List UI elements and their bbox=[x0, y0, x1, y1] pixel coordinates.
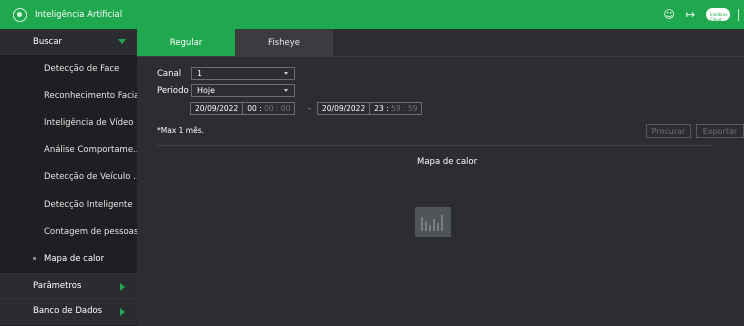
tab-bar: Regular Fisheye bbox=[137, 29, 333, 56]
menu-group-label: Parâmetros bbox=[33, 280, 82, 291]
end-hour: 23 : bbox=[374, 104, 389, 113]
cloud-label: Intelbras Cloud bbox=[710, 11, 728, 22]
main-panel: Regular Fisheye Canal 1 Periodo Hoje 20/… bbox=[137, 29, 744, 326]
canal-label: Canal bbox=[157, 69, 182, 79]
chevron-down-icon bbox=[118, 39, 126, 44]
sidebar-item-mapa-calor[interactable]: Mapa de calor bbox=[0, 245, 137, 272]
canal-select[interactable]: 1 bbox=[191, 67, 295, 80]
sidebar: Buscar Detecção de Face Reconhecimento F… bbox=[0, 29, 142, 326]
start-time[interactable]: 00 : 00 : 00 bbox=[243, 103, 294, 114]
top-icons: ☺ ↦ Intelbras Cloud bbox=[663, 0, 744, 29]
sidebar-item-contagem-pessoas[interactable]: Contagem de pessoas bbox=[0, 218, 138, 245]
menu-group-buscar[interactable]: Buscar bbox=[0, 29, 137, 55]
periodo-select[interactable]: Hoje bbox=[191, 84, 295, 97]
tab-divider bbox=[137, 56, 744, 57]
start-datetime[interactable]: 20/09/2022 00 : 00 : 00 bbox=[190, 102, 296, 115]
periodo-label: Periodo bbox=[157, 86, 189, 96]
canal-value: 1 bbox=[197, 69, 203, 78]
chevron-down-icon bbox=[284, 72, 288, 75]
end-min-sec: 59 : 59 bbox=[391, 104, 418, 113]
sidebar-item-deteccao-veiculo[interactable]: Detecção de Veículo ... bbox=[0, 164, 141, 191]
divider bbox=[157, 145, 712, 146]
tab-fisheye[interactable]: Fisheye bbox=[235, 29, 333, 56]
heatmap-title: Mapa de calor bbox=[417, 157, 478, 167]
sidebar-item-reconhecimento-facial[interactable]: Reconhecimento Facial bbox=[0, 82, 142, 109]
sidebar-item-deteccao-inteligente[interactable]: Detecção Inteligente bbox=[0, 191, 137, 218]
max-note: *Max 1 mês. bbox=[157, 126, 205, 135]
menu-group-label: Buscar bbox=[33, 36, 63, 47]
start-min-sec: 00 : 00 bbox=[264, 104, 291, 113]
logout-icon[interactable]: ↦ bbox=[686, 9, 695, 20]
end-date[interactable]: 20/09/2022 bbox=[318, 103, 371, 114]
bar-chart-icon bbox=[415, 207, 451, 237]
menu-group-label: Banco de Dados bbox=[33, 306, 103, 316]
range-dash: - bbox=[308, 104, 311, 113]
start-date[interactable]: 20/09/2022 bbox=[191, 103, 244, 114]
search-button[interactable]: Procurar bbox=[646, 124, 691, 138]
menu-group-parametros[interactable]: Parâmetros bbox=[0, 272, 137, 299]
divider bbox=[738, 8, 739, 21]
periodo-value: Hoje bbox=[197, 86, 216, 95]
sidebar-item-analise-comportamental[interactable]: Análise Comportame... bbox=[0, 137, 141, 164]
chevron-right-icon bbox=[120, 282, 125, 291]
sidebar-item-inteligencia-video[interactable]: Inteligência de Vídeo bbox=[0, 109, 137, 136]
app-title: Inteligência Artificial bbox=[35, 9, 123, 20]
cloud-icon[interactable]: Intelbras Cloud bbox=[706, 8, 730, 22]
chevron-right-icon bbox=[120, 307, 125, 316]
end-time[interactable]: 23 : 59 : 59 bbox=[370, 103, 421, 114]
export-button[interactable]: Exportar bbox=[696, 124, 744, 138]
tab-regular[interactable]: Regular bbox=[137, 29, 235, 56]
chevron-down-icon bbox=[284, 89, 288, 92]
menu-group-banco-dados[interactable]: Banco de Dados bbox=[0, 298, 137, 325]
sidebar-item-deteccao-face[interactable]: Detecção de Face bbox=[0, 55, 137, 82]
start-hour: 00 : bbox=[247, 104, 262, 113]
ai-logo-icon bbox=[13, 7, 27, 22]
user-icon[interactable]: ☺ bbox=[663, 9, 674, 20]
top-bar: Inteligência Artificial ☺ ↦ Intelbras Cl… bbox=[0, 0, 744, 29]
end-datetime[interactable]: 20/09/2022 23 : 59 : 59 bbox=[317, 102, 423, 115]
